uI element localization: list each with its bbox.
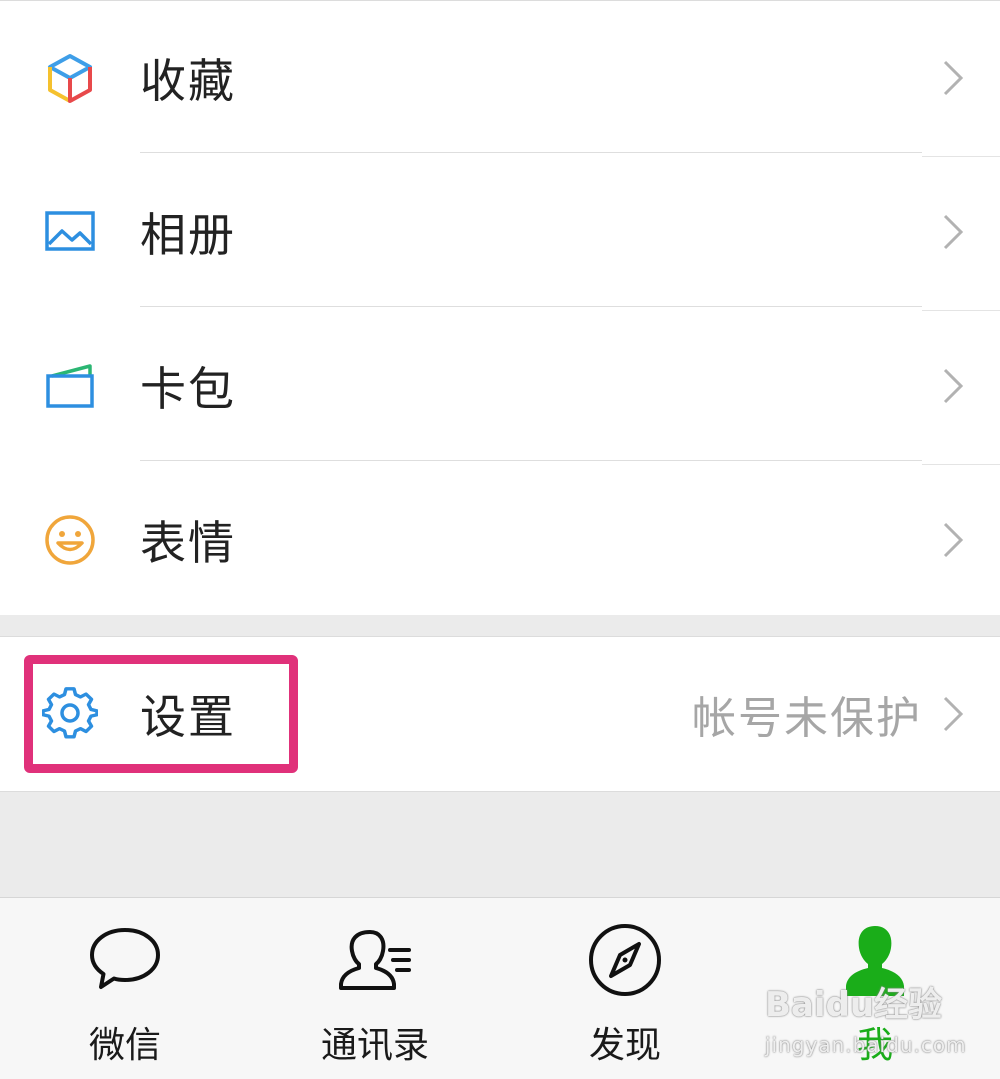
chevron-right-icon [942,521,964,559]
tab-label: 通讯录 [320,1025,429,1066]
menu-item-stickers[interactable]: 表情 [0,463,1000,616]
settings-highlight-box [24,655,298,773]
chat-bubble-icon [85,920,165,1000]
watermark-text: Baidu经验 [765,985,943,1025]
menu-item-label: 卡包 [140,361,236,416]
contacts-icon [335,920,415,1000]
tab-label: 微信 [88,1025,161,1066]
smiley-face-icon [42,512,98,568]
card-wallet-icon [42,358,98,414]
chevron-right-icon [942,695,964,733]
watermark-url: jingyan.baidu.com [765,1033,967,1057]
tab-label: 发现 [588,1025,661,1066]
menu-item-label: 表情 [140,515,236,570]
tab-discover[interactable]: 发现 [500,898,750,1079]
chevron-right-icon [942,213,964,251]
menu-item-label: 收藏 [140,53,236,108]
chevron-right-icon [942,59,964,97]
album-picture-icon [42,204,98,260]
divider [140,460,1000,465]
account-status-note: 帐号未保护 [692,692,922,744]
baidu-watermark: Baidu经验 jingyan.baidu.com [765,985,985,1065]
divider [140,152,1000,157]
tab-contacts[interactable]: 通讯录 [250,898,500,1079]
menu-item-favorites[interactable]: 收藏 [0,1,1000,154]
menu-group-main: 收藏 相册 卡包 表情 [0,0,1000,615]
compass-icon [585,920,665,1000]
chevron-right-icon [942,367,964,405]
tab-chats[interactable]: 微信 [0,898,250,1079]
menu-item-album[interactable]: 相册 [0,155,1000,308]
menu-item-label: 相册 [140,207,236,262]
menu-item-card-wallet[interactable]: 卡包 [0,309,1000,462]
favorites-cube-icon [42,50,98,106]
divider [140,306,1000,311]
